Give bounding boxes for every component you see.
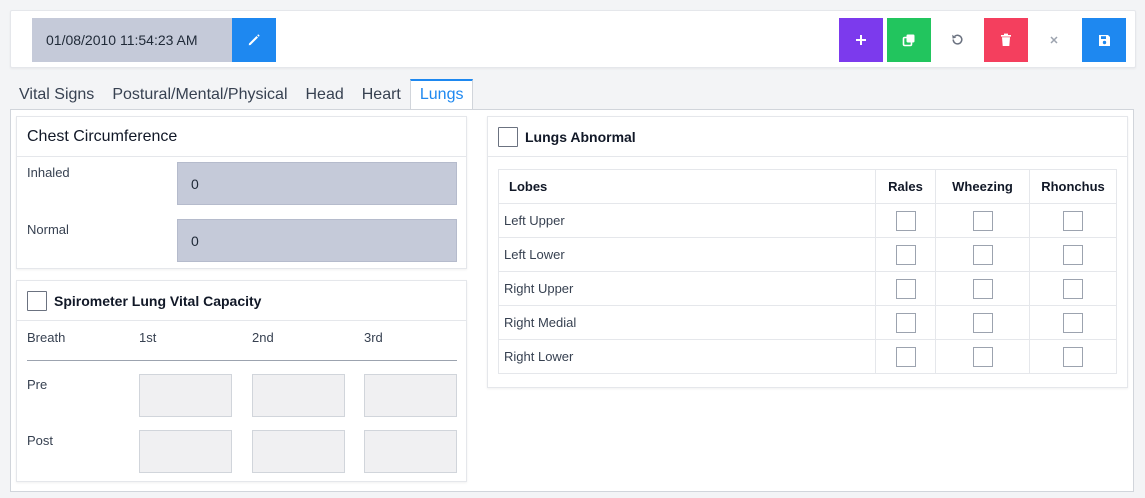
tab-vital-signs[interactable]: Vital Signs: [10, 79, 103, 110]
pencil-icon: [248, 34, 260, 46]
spirometer-card-header: Spirometer Lung Vital Capacity: [17, 281, 466, 321]
wheezing-cell: [935, 305, 1030, 340]
wheezing-checkbox[interactable]: [972, 346, 993, 367]
spiro-post-3rd-input[interactable]: [364, 430, 457, 473]
tab-head[interactable]: Head: [297, 79, 353, 110]
toolbar: 01/08/2010 11:54:23 AM: [10, 10, 1136, 68]
normal-label: Normal: [27, 222, 69, 237]
normal-input[interactable]: 0: [177, 219, 457, 262]
rhonchus-checkbox[interactable]: [1063, 210, 1083, 231]
save-button[interactable]: [1082, 18, 1126, 62]
rhonchus-cell: [1029, 339, 1117, 374]
spiro-col-3rd: 3rd: [364, 330, 383, 345]
inhaled-label: Inhaled: [27, 165, 70, 180]
spiro-post-1st-input[interactable]: [139, 430, 232, 473]
lobe-name: Right Upper: [498, 271, 876, 306]
rhonchus-header: Rhonchus: [1029, 169, 1117, 204]
add-button[interactable]: [839, 18, 883, 62]
rales-header: Rales: [875, 169, 936, 204]
rales-cell: [875, 203, 936, 238]
spiro-col-breath: Breath: [27, 330, 66, 345]
save-icon: [1098, 34, 1110, 46]
table-row: Left Lower: [498, 237, 1117, 272]
delete-button[interactable]: [984, 18, 1028, 62]
chest-card-header: Chest Circumference: [17, 117, 466, 157]
wheezing-header: Wheezing: [935, 169, 1030, 204]
spiro-pre-3rd-input[interactable]: [364, 374, 457, 417]
rales-checkbox[interactable]: [895, 312, 916, 333]
spirometer-card: Spirometer Lung Vital Capacity Breath 1s…: [16, 280, 467, 482]
rales-checkbox[interactable]: [895, 346, 916, 367]
rales-checkbox[interactable]: [895, 210, 916, 231]
rhonchus-cell: [1029, 237, 1117, 272]
close-button[interactable]: [1032, 18, 1076, 62]
copy-icon: [902, 34, 915, 47]
wheezing-checkbox[interactable]: [972, 278, 993, 299]
wheezing-cell: [935, 237, 1030, 272]
inhaled-input[interactable]: 0: [177, 162, 457, 205]
tab-bar: Vital Signs Postural/Mental/Physical Hea…: [10, 79, 474, 110]
rhonchus-checkbox[interactable]: [1063, 244, 1083, 265]
table-row: Left Upper: [498, 203, 1117, 238]
rhonchus-checkbox[interactable]: [1063, 312, 1083, 333]
spiro-col-1st: 1st: [139, 330, 157, 345]
wheezing-checkbox[interactable]: [972, 312, 993, 333]
plus-icon: [856, 35, 866, 45]
close-icon: [1050, 36, 1058, 44]
rales-checkbox[interactable]: [895, 278, 916, 299]
lobe-name: Right Lower: [498, 339, 876, 374]
chest-card-title: Chest Circumference: [27, 127, 178, 145]
rales-cell: [875, 305, 936, 340]
wheezing-cell: [935, 203, 1030, 238]
lungs-abnormal-checkbox[interactable]: [498, 126, 518, 147]
lungs-abnormal-card: Lungs Abnormal Lobes Rales Wheezing Rhon…: [487, 116, 1128, 388]
rales-cell: [875, 339, 936, 374]
rhonchus-cell: [1029, 271, 1117, 306]
spiro-post-2nd-input[interactable]: [252, 430, 345, 473]
tab-postural-mental-physical[interactable]: Postural/Mental/Physical: [103, 79, 296, 110]
datetime-display[interactable]: 01/08/2010 11:54:23 AM: [32, 18, 232, 62]
rales-cell: [875, 237, 936, 272]
tab-heart[interactable]: Heart: [353, 79, 410, 110]
chest-circumference-card: Chest Circumference Inhaled 0 Normal 0: [16, 116, 467, 269]
spirometer-checkbox[interactable]: [27, 290, 47, 311]
lobes-table: Lobes Rales Wheezing Rhonchus Left Upper…: [498, 169, 1117, 374]
spiro-row-pre-label: Pre: [27, 377, 48, 392]
spiro-pre-2nd-input[interactable]: [252, 374, 345, 417]
rales-cell: [875, 271, 936, 306]
undo-button[interactable]: [935, 18, 979, 62]
spiro-divider: [27, 360, 457, 361]
wheezing-checkbox[interactable]: [972, 210, 993, 231]
lungs-card-header: Lungs Abnormal: [488, 117, 1127, 157]
tab-lungs[interactable]: Lungs: [409, 79, 474, 110]
lobe-name: Right Medial: [498, 305, 876, 340]
rhonchus-checkbox[interactable]: [1063, 278, 1083, 299]
spiro-pre-1st-input[interactable]: [139, 374, 232, 417]
rhonchus-checkbox[interactable]: [1063, 346, 1083, 367]
table-row: Right Medial: [498, 305, 1117, 340]
rhonchus-cell: [1029, 305, 1117, 340]
trash-icon: [1001, 33, 1011, 46]
table-row: Right Lower: [498, 339, 1117, 374]
spirometer-card-title: Spirometer Lung Vital Capacity: [54, 292, 262, 309]
table-row: Right Upper: [498, 271, 1117, 306]
spiro-row-post-label: Post: [27, 433, 54, 448]
lobe-name: Left Upper: [498, 203, 876, 238]
lobes-header-row: Lobes Rales Wheezing Rhonchus: [498, 169, 1117, 204]
undo-icon: [952, 34, 963, 45]
copy-button[interactable]: [887, 18, 931, 62]
lobe-name: Left Lower: [498, 237, 876, 272]
edit-button[interactable]: [232, 18, 276, 62]
wheezing-checkbox[interactable]: [972, 244, 993, 265]
wheezing-cell: [935, 271, 1030, 306]
rales-checkbox[interactable]: [895, 244, 916, 265]
lungs-card-title: Lungs Abnormal: [525, 128, 636, 145]
lungs-panel: Chest Circumference Inhaled 0 Normal 0 S…: [10, 109, 1134, 492]
spiro-col-2nd: 2nd: [252, 330, 274, 345]
lobes-header: Lobes: [498, 169, 876, 204]
rhonchus-cell: [1029, 203, 1117, 238]
wheezing-cell: [935, 339, 1030, 374]
